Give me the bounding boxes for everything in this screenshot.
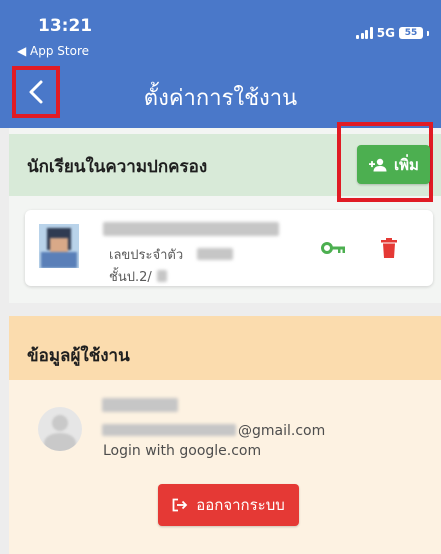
student-class-label: ชั้นป.2/ bbox=[109, 270, 152, 285]
trash-icon bbox=[381, 238, 397, 258]
student-card[interactable]: เลขประจำตัว ชั้นป.2/ bbox=[25, 210, 433, 286]
page-title: ตั้งค่าการใช้งาน bbox=[143, 86, 298, 111]
student-id-redacted bbox=[197, 248, 233, 260]
app-store-back-link[interactable]: ◀ App Store bbox=[17, 44, 89, 58]
battery-tip bbox=[427, 30, 429, 36]
add-person-icon bbox=[369, 158, 387, 171]
logout-button[interactable]: ออกจากระบบ bbox=[158, 484, 299, 526]
student-class-redacted bbox=[157, 270, 167, 282]
student-avatar bbox=[39, 224, 79, 268]
students-section-title: นักเรียนในความปกครอง bbox=[27, 157, 208, 177]
user-email-redacted bbox=[102, 424, 236, 436]
student-name-redacted bbox=[103, 222, 279, 236]
student-id-label: เลขประจำตัว bbox=[109, 248, 184, 263]
user-avatar bbox=[38, 407, 82, 451]
network-type: 5G bbox=[376, 26, 395, 40]
logout-icon bbox=[172, 498, 188, 512]
login-method: Login with google.com bbox=[103, 443, 262, 459]
key-icon bbox=[321, 242, 345, 254]
battery-icon: 55 bbox=[399, 27, 423, 39]
logout-label: ออกจากระบบ bbox=[196, 496, 285, 514]
user-name-redacted bbox=[102, 398, 178, 412]
status-indicators: 5G 55 bbox=[356, 26, 429, 40]
delete-button[interactable] bbox=[377, 234, 401, 262]
add-button-label: เพิ่ม bbox=[394, 155, 419, 174]
key-button[interactable] bbox=[319, 237, 349, 259]
user-email-suffix: @gmail.com bbox=[238, 423, 326, 439]
add-student-button[interactable]: เพิ่ม bbox=[357, 145, 430, 184]
signal-icon bbox=[356, 27, 373, 39]
app-header: 13:21 ◀ App Store 5G 55 ตั้งค่าการใช้งาน bbox=[0, 0, 441, 128]
user-info-title: ข้อมูลผู้ใช้งาน bbox=[27, 346, 130, 366]
status-time: 13:21 bbox=[38, 16, 93, 36]
